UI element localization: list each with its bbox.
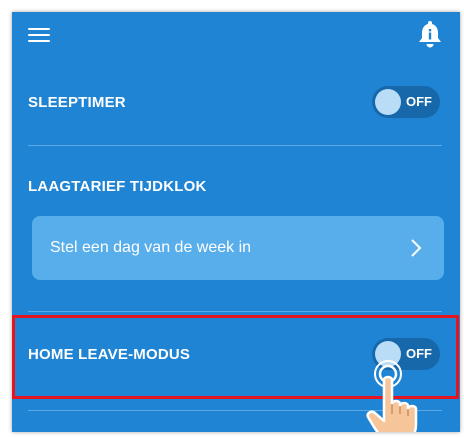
toggle-knob — [375, 89, 401, 115]
notification-bell-icon[interactable] — [416, 18, 444, 50]
divider — [28, 311, 442, 312]
sleeptimer-toggle[interactable]: OFF — [372, 86, 440, 118]
set-weekday-button[interactable]: Stel een dag van de week in — [32, 216, 444, 280]
chevron-right-icon — [411, 239, 422, 257]
set-weekday-label: Stel een dag van de week in — [50, 239, 252, 256]
divider — [28, 145, 442, 146]
laagtarief-label: LAAGTARIEF TIJDKLOK — [28, 178, 207, 195]
hamburger-menu-icon[interactable] — [28, 28, 50, 42]
home-leave-label: HOME LEAVE-MODUS — [28, 346, 191, 363]
pointing-hand-icon — [366, 360, 418, 432]
toggle-state-label: OFF — [406, 346, 432, 361]
app-screen: SLEEPTIMER OFF LAAGTARIEF TIJDKLOK Stel … — [12, 12, 460, 432]
toggle-state-label: OFF — [406, 94, 432, 109]
sleeptimer-label: SLEEPTIMER — [28, 94, 126, 111]
